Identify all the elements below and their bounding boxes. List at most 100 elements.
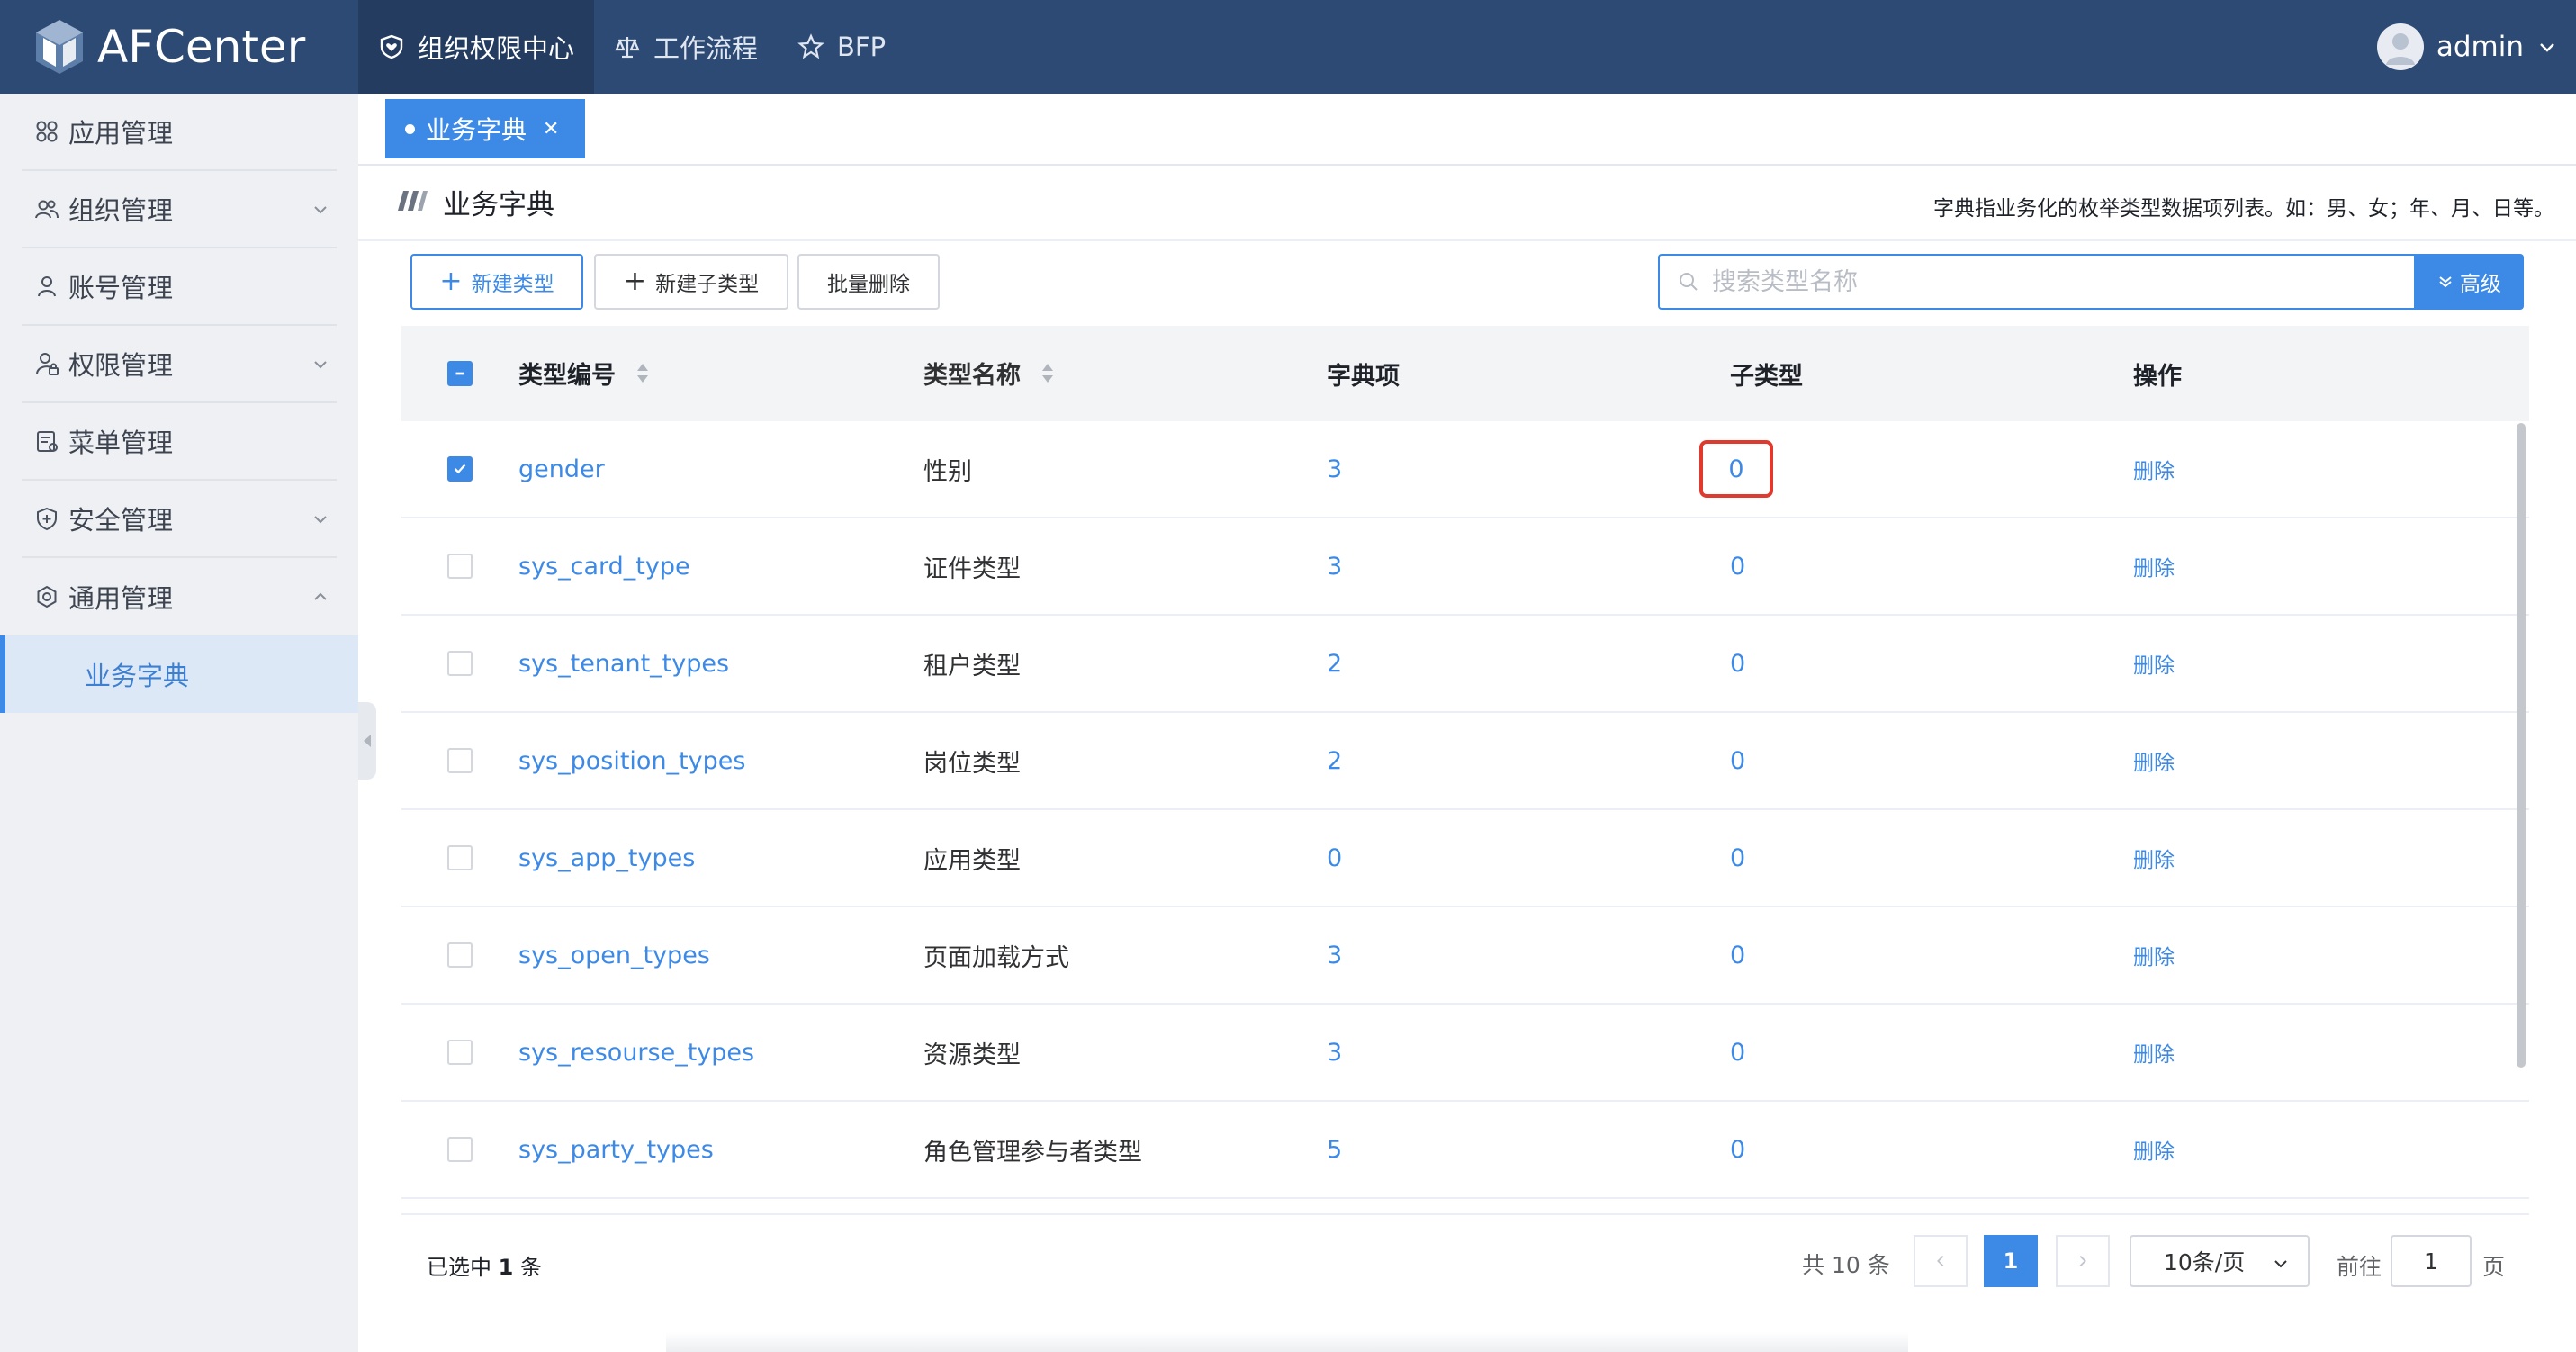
sidebar-item-account-management[interactable]: 账号管理 bbox=[22, 248, 337, 326]
type-code-link[interactable]: sys_card_type bbox=[518, 553, 923, 581]
active-dot bbox=[405, 123, 415, 134]
tab-business-dictionary[interactable]: 业务字典 ✕ bbox=[385, 99, 585, 158]
search-input[interactable] bbox=[1712, 267, 2396, 296]
delete-link[interactable]: 删除 bbox=[2133, 1037, 2529, 1068]
advanced-search-button[interactable]: 高级 bbox=[2414, 254, 2524, 310]
type-code-link[interactable]: sys_open_types bbox=[518, 942, 923, 969]
app-logo[interactable]: AFCenter bbox=[34, 18, 305, 76]
type-code-link[interactable]: sys_resourse_types bbox=[518, 1039, 923, 1067]
topnav-workflow[interactable]: 工作流程 bbox=[594, 0, 778, 94]
table-row: sys_card_type 证件类型 3 0 删除 bbox=[401, 518, 2529, 616]
column-header-name[interactable]: 类型名称 bbox=[923, 356, 1327, 392]
sidebar-collapse-handle[interactable] bbox=[358, 702, 376, 780]
username: admin bbox=[2436, 31, 2524, 63]
dictionary-items-link[interactable]: 3 bbox=[1327, 1039, 1730, 1067]
column-header-code[interactable]: 类型编号 bbox=[518, 356, 923, 392]
delete-link[interactable]: 删除 bbox=[2133, 745, 2529, 776]
topnav-org-permission[interactable]: 组织权限中心 bbox=[358, 0, 595, 94]
plus-icon: + bbox=[439, 266, 463, 297]
sidebar-item-general-management[interactable]: 通用管理 bbox=[22, 558, 337, 635]
row-checkbox[interactable] bbox=[447, 845, 473, 870]
chevron-down-icon bbox=[314, 516, 327, 524]
page-size-select[interactable]: 10条/页 bbox=[2130, 1235, 2310, 1287]
subtypes-link[interactable]: 0 bbox=[1730, 650, 1745, 678]
page-description: 字典指业务化的枚举类型数据项列表。如：男、女；年、月、日等。 bbox=[1933, 197, 2554, 221]
chevron-down-icon bbox=[2274, 1260, 2287, 1268]
dictionary-items-link[interactable]: 0 bbox=[1327, 844, 1730, 872]
button-label: 新建子类型 bbox=[655, 273, 760, 296]
subtypes-link[interactable]: 0 bbox=[1730, 553, 1745, 581]
row-checkbox[interactable] bbox=[447, 942, 473, 968]
sidebar-item-label: 应用管理 bbox=[68, 118, 174, 149]
sidebar-subitem-business-dictionary[interactable]: 业务字典 bbox=[0, 635, 358, 713]
selected-prefix: 已选中 bbox=[427, 1255, 491, 1280]
delete-link[interactable]: 删除 bbox=[2133, 1134, 2529, 1165]
afcenter-logo-icon bbox=[36, 20, 83, 74]
column-header-label: 类型编号 bbox=[518, 361, 616, 390]
delete-link[interactable]: 删除 bbox=[2133, 551, 2529, 581]
type-name: 应用类型 bbox=[923, 846, 1021, 875]
row-checkbox[interactable] bbox=[447, 1137, 473, 1162]
sidebar-item-app-management[interactable]: 应用管理 bbox=[22, 94, 337, 171]
row-checkbox[interactable] bbox=[447, 1040, 473, 1065]
row-checkbox[interactable] bbox=[447, 651, 473, 676]
caret-left-icon bbox=[364, 735, 371, 747]
new-subtype-button[interactable]: + 新建子类型 bbox=[594, 254, 788, 310]
goto-page-input[interactable] bbox=[2391, 1235, 2472, 1287]
row-checkbox[interactable] bbox=[447, 748, 473, 773]
sidebar-item-label: 权限管理 bbox=[68, 350, 174, 381]
topnav-label: BFP bbox=[837, 32, 887, 62]
dictionary-items-link[interactable]: 5 bbox=[1327, 1136, 1730, 1164]
row-checkbox[interactable] bbox=[447, 554, 473, 579]
sidebar-item-permission-management[interactable]: 权限管理 bbox=[22, 326, 337, 403]
sidebar-item-security-management[interactable]: 安全管理 bbox=[22, 481, 337, 558]
delete-link[interactable]: 删除 bbox=[2133, 843, 2529, 873]
sidebar-item-menu-management[interactable]: 菜单管理 bbox=[22, 403, 337, 481]
row-checkbox[interactable] bbox=[447, 456, 473, 482]
prev-page-button[interactable] bbox=[1914, 1235, 1968, 1287]
plus-icon: + bbox=[623, 266, 647, 297]
type-code-link[interactable]: sys_position_types bbox=[518, 747, 923, 775]
delete-link[interactable]: 删除 bbox=[2133, 940, 2529, 970]
type-code-link[interactable]: gender bbox=[518, 455, 923, 483]
user-menu[interactable]: admin bbox=[2376, 0, 2558, 94]
page-number-button[interactable]: 1 bbox=[1984, 1235, 2038, 1287]
delete-link[interactable]: 删除 bbox=[2133, 454, 2529, 484]
dictionary-items-link[interactable]: 3 bbox=[1327, 455, 1730, 483]
delete-link[interactable]: 删除 bbox=[2133, 648, 2529, 679]
subtypes-link[interactable]: 0 bbox=[1730, 844, 1745, 872]
top-header: AFCenter 组织权限中心 工作流程 BFP admin bbox=[0, 0, 2576, 94]
sort-icon[interactable] bbox=[635, 361, 651, 392]
tab-bar: 业务字典 ✕ bbox=[358, 94, 2576, 166]
subtypes-link[interactable]: 0 bbox=[1730, 747, 1745, 775]
sidebar-item-org-management[interactable]: 组织管理 bbox=[22, 171, 337, 248]
type-code-link[interactable]: sys_party_types bbox=[518, 1136, 923, 1164]
sidebar-item-label: 菜单管理 bbox=[68, 428, 174, 458]
table-scrollbar[interactable] bbox=[2517, 423, 2526, 1068]
dictionary-items-link[interactable]: 2 bbox=[1327, 650, 1730, 678]
page-title: 业务字典 bbox=[443, 189, 554, 221]
topnav-bfp[interactable]: BFP bbox=[778, 0, 905, 94]
subtypes-link[interactable]: 0 bbox=[1730, 1136, 1745, 1164]
double-chevron-down-icon bbox=[2439, 276, 2452, 288]
total-count: 共 10 条 bbox=[1802, 1252, 1890, 1278]
subtypes-link-highlighted[interactable]: 0 bbox=[1699, 440, 1773, 498]
new-type-button[interactable]: + 新建类型 bbox=[410, 254, 583, 310]
type-name: 租户类型 bbox=[923, 652, 1021, 681]
dictionary-items-link[interactable]: 3 bbox=[1327, 553, 1730, 581]
dictionary-items-link[interactable]: 3 bbox=[1327, 942, 1730, 969]
close-icon[interactable]: ✕ bbox=[543, 118, 559, 140]
subtypes-link[interactable]: 0 bbox=[1730, 942, 1745, 969]
type-code-link[interactable]: sys_tenant_types bbox=[518, 650, 923, 678]
search-box bbox=[1658, 254, 2416, 310]
chevron-left-icon bbox=[1937, 1255, 1944, 1267]
sort-icon[interactable] bbox=[1040, 361, 1056, 392]
select-all-checkbox[interactable] bbox=[447, 361, 473, 386]
dictionary-items-link[interactable]: 2 bbox=[1327, 747, 1730, 775]
type-code-link[interactable]: sys_app_types bbox=[518, 844, 923, 872]
batch-delete-button[interactable]: 批量删除 bbox=[797, 254, 940, 310]
chevron-down-icon bbox=[314, 361, 327, 369]
next-page-button[interactable] bbox=[2056, 1235, 2110, 1287]
subtypes-link[interactable]: 0 bbox=[1730, 1039, 1745, 1067]
table-body: gender 性别 3 0 删除 sys_card_type 证件类型 3 0 … bbox=[401, 421, 2529, 1199]
